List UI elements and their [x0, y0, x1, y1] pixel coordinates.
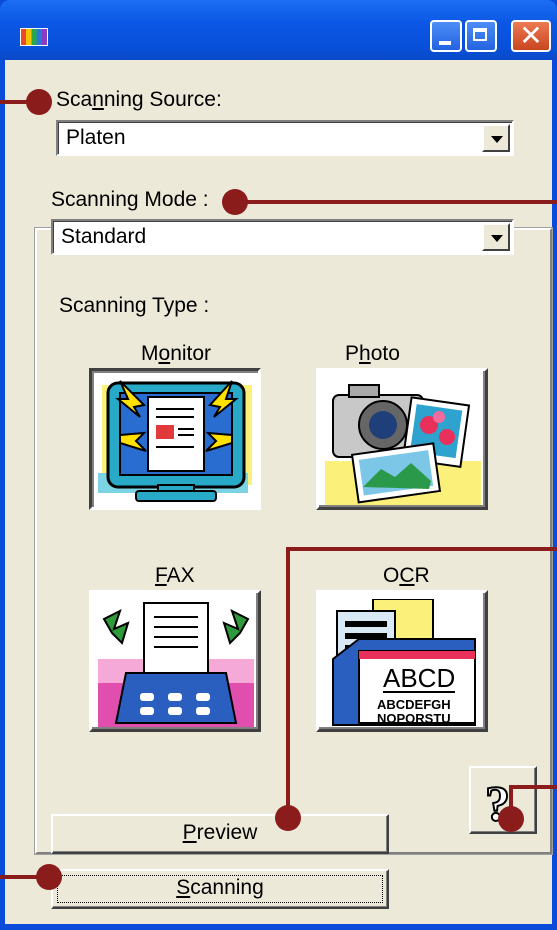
preview-button[interactable]: Preview: [51, 814, 389, 854]
minimize-button[interactable]: [430, 20, 462, 52]
callout-line-mode: [240, 200, 557, 204]
focus-ring: [57, 875, 383, 903]
chevron-down-icon[interactable]: [482, 124, 510, 152]
scanning-mode-label: Scanning Mode :: [51, 188, 209, 211]
ocr-label: OCR: [383, 564, 430, 587]
fax-label: FAX: [155, 564, 195, 587]
monitor-icon: [98, 380, 252, 502]
scanning-mode-select[interactable]: Standard: [51, 219, 514, 255]
monitor-type-button[interactable]: [89, 368, 261, 510]
scanning-source-select[interactable]: Platen: [56, 120, 514, 156]
ocr-text-line-3: NOPQRSTU: [377, 711, 451, 726]
ocr-text-line-1: ABCD: [383, 663, 456, 693]
preview-button-label: Preview: [182, 821, 258, 844]
camera-photo-icon: [325, 384, 481, 505]
scanner-dialog-window: ✕ Scanning Source: Platen Scanning Mode …: [0, 0, 557, 930]
scanning-button[interactable]: Scanning: [51, 869, 389, 909]
scanning-type-label: Scanning Type :: [59, 294, 210, 317]
app-color-icon[interactable]: [20, 28, 48, 46]
ocr-text-line-2: ABCDEFGH: [377, 697, 451, 712]
callout-dot-scanning: [36, 864, 62, 890]
chevron-down-icon[interactable]: [482, 223, 510, 251]
maximize-button[interactable]: [465, 20, 497, 52]
fax-icon: [98, 602, 254, 727]
callout-line-preview-v: [286, 547, 290, 818]
callout-dot-mode: [222, 189, 248, 215]
scanning-source-value: Platen: [66, 126, 126, 149]
close-button[interactable]: ✕: [511, 20, 551, 52]
scanning-mode-group: [34, 227, 553, 855]
monitor-label: Monitor: [141, 342, 212, 365]
photo-label: Photo: [345, 342, 400, 365]
photo-type-button[interactable]: [316, 368, 488, 510]
callout-dot-help: [498, 806, 524, 832]
ocr-type-button[interactable]: ABCD ABCDEFGH NOPQRSTU: [316, 590, 488, 732]
title-bar[interactable]: ✕: [0, 0, 557, 60]
callout-line-help-h: [512, 785, 557, 789]
fax-type-button[interactable]: [89, 590, 261, 732]
callout-dot-preview: [275, 805, 301, 831]
scanning-mode-value: Standard: [61, 225, 147, 248]
close-icon: ✕: [519, 19, 543, 52]
callout-line-preview-h: [288, 547, 557, 551]
callout-dot-source: [26, 89, 52, 115]
scanning-source-label: Scanning Source:: [56, 88, 222, 111]
